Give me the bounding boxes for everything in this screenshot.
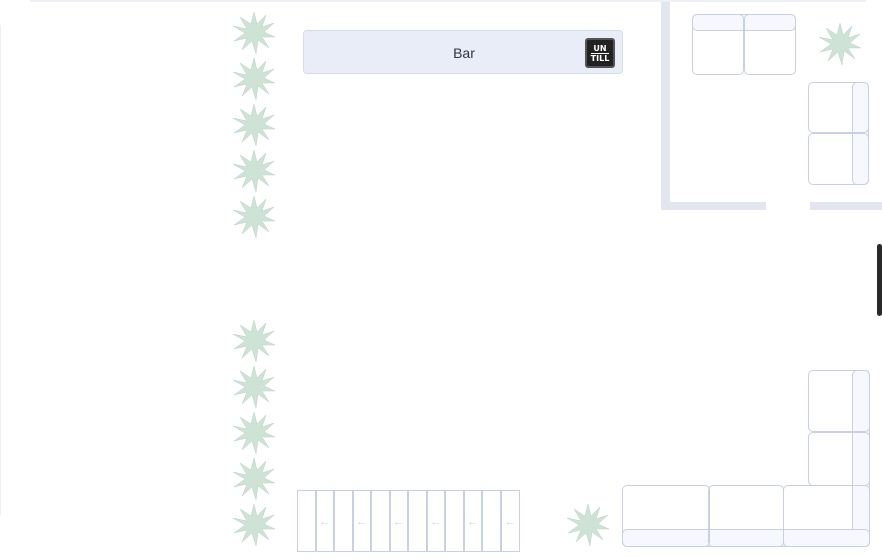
sofa-seat xyxy=(808,82,869,133)
sofa-seat xyxy=(808,370,870,432)
stair-step xyxy=(371,490,390,552)
sofa-seat xyxy=(783,485,870,547)
sofa-right[interactable] xyxy=(808,82,869,185)
plant-icon[interactable] xyxy=(232,503,276,547)
stairs-arrow-icon: ← xyxy=(500,490,520,552)
plant-icon[interactable] xyxy=(232,457,276,501)
sofa-seat xyxy=(808,133,869,185)
corner-sofa[interactable] xyxy=(622,370,870,547)
vertical-scrollbar-thumb[interactable] xyxy=(877,244,882,316)
plant-icon[interactable] xyxy=(232,57,276,101)
plant-icon[interactable] xyxy=(232,319,276,363)
room-wall-vertical xyxy=(661,2,670,209)
room-wall-bottom-right xyxy=(810,202,882,210)
stair-step xyxy=(482,490,501,552)
plant-icon[interactable] xyxy=(232,103,276,147)
stair-step xyxy=(408,490,427,552)
stairs-arrow-icon: ← xyxy=(315,490,334,552)
plant-icon[interactable] xyxy=(818,22,862,66)
plant-icon[interactable] xyxy=(566,503,610,547)
stair-step xyxy=(334,490,353,552)
sofa-top[interactable] xyxy=(692,14,796,75)
stairs-arrow-icon: ← xyxy=(389,490,408,552)
room-wall-bottom-left xyxy=(661,202,766,210)
plant-icon[interactable] xyxy=(232,195,276,239)
plant-icon[interactable] xyxy=(232,411,276,455)
plant-icon[interactable] xyxy=(232,365,276,409)
logo-line-2: TILL xyxy=(590,54,610,63)
top-wall xyxy=(30,0,866,2)
stairs: ← ← ← ← ← ← xyxy=(297,490,520,552)
stair-step xyxy=(297,490,316,552)
plant-icon[interactable] xyxy=(232,11,276,55)
stairs-arrow-icon: ← xyxy=(352,490,371,552)
plant-icon[interactable] xyxy=(232,149,276,193)
logo-line-1: UN xyxy=(591,44,609,54)
sofa-seat xyxy=(744,14,796,75)
stairs-arrow-icon: ← xyxy=(426,490,445,552)
sofa-seat xyxy=(622,485,710,547)
bar-label: Bar xyxy=(453,45,475,61)
stairs-arrow-icon: ← xyxy=(463,490,482,552)
sofa-seat xyxy=(692,14,744,75)
untill-logo-icon: UN TILL xyxy=(585,38,615,68)
stair-step xyxy=(445,490,464,552)
sofa-seat xyxy=(708,485,784,547)
sofa-seat xyxy=(808,432,870,486)
left-wall xyxy=(0,25,1,515)
bar-counter[interactable]: Bar UN TILL xyxy=(303,30,623,74)
